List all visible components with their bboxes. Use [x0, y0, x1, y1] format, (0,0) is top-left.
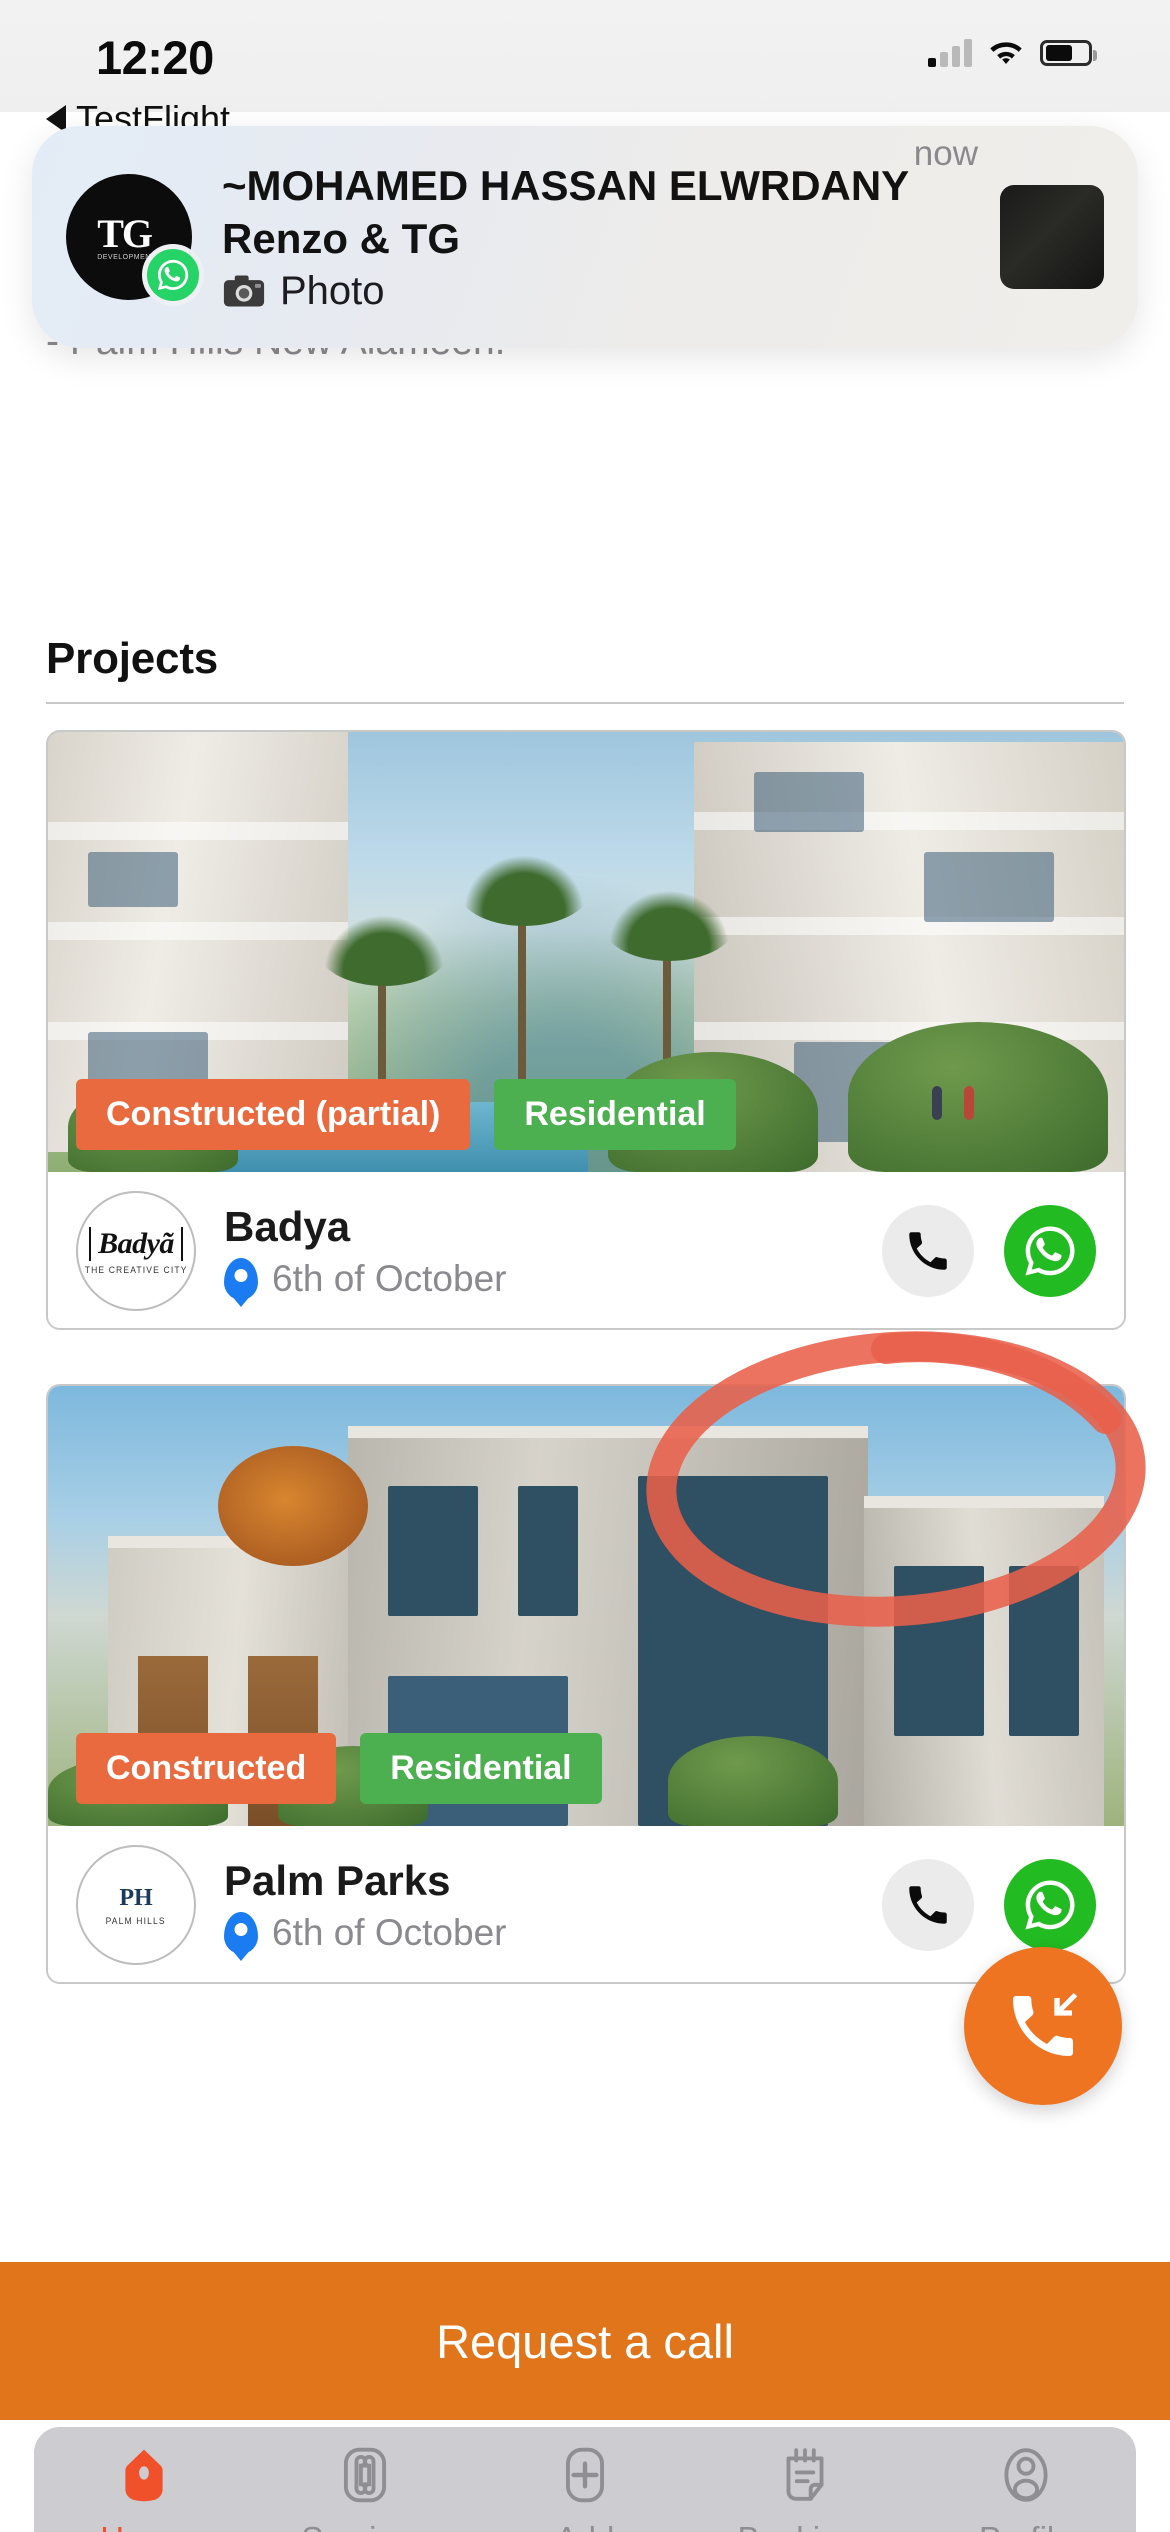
- tab-label: Add: [556, 2520, 615, 2532]
- brand-tagline-text: PALM HILLS: [105, 1916, 167, 1926]
- call-button[interactable]: [882, 1859, 974, 1951]
- person: [932, 1086, 942, 1120]
- status-time: 12:20: [96, 31, 214, 84]
- app-screen: - Hacienda Bay North Coast. - Hacienda W…: [0, 112, 1170, 2532]
- project-location: 6th of October: [224, 1912, 882, 1954]
- whatsapp-glyph-icon: [157, 259, 189, 291]
- tab-add[interactable]: Add: [475, 2427, 695, 2532]
- tab-bookings[interactable]: Bookings: [695, 2427, 915, 2532]
- type-badge: Residential: [494, 1079, 736, 1150]
- whatsapp-badge-icon: [142, 244, 204, 306]
- notification-message: Photo: [280, 268, 385, 313]
- project-actions: [882, 1205, 1096, 1297]
- request-call-button[interactable]: Request a call: [0, 2262, 1170, 2420]
- notification-message-row: Photo: [222, 269, 894, 314]
- notification-body: ~MOHAMED HASSAN ELWRDANY Renzo & TG Phot…: [222, 161, 910, 314]
- avatar-initials: TG: [97, 210, 153, 256]
- villa-right: [864, 1496, 1104, 1826]
- battery-icon: [1040, 40, 1097, 66]
- tab-profile[interactable]: Profile: [916, 2427, 1136, 2532]
- phone-icon: [909, 1232, 947, 1270]
- tab-home[interactable]: Home: [34, 2427, 254, 2532]
- status-bar: 12:20: [0, 0, 1170, 112]
- brand-tagline-text: THE CREATIVE CITY: [84, 1265, 188, 1275]
- section-divider: [46, 702, 1124, 704]
- notification-thumbnail: [1000, 185, 1104, 289]
- project-photo: Constructed (partial) Residential: [48, 732, 1124, 1172]
- projects-section-header: Projects: [46, 634, 1124, 704]
- project-brand-logo: PH PALM HILLS: [76, 1845, 196, 1965]
- notification-subtitle: Renzo & TG: [222, 214, 460, 262]
- project-actions: [882, 1859, 1096, 1951]
- map-pin-icon: [224, 1912, 258, 1954]
- whatsapp-icon: [1025, 1880, 1075, 1930]
- map-pin-icon: [224, 1258, 258, 1300]
- project-photo: Constructed Residential: [48, 1386, 1124, 1826]
- status-indicators: [928, 38, 1097, 68]
- whatsapp-button[interactable]: [1004, 1859, 1096, 1951]
- shrub: [668, 1736, 838, 1826]
- tab-label: Bookings: [738, 2520, 874, 2532]
- project-name: Badya: [224, 1203, 351, 1250]
- project-info-row: Badyã THE CREATIVE CITY Badya 6th of Oct…: [48, 1172, 1124, 1328]
- type-badge: Residential: [360, 1733, 602, 1804]
- notification-banner[interactable]: TG DEVELOPMENTS ~MOHAMED HASSAN ELWRDANY…: [32, 126, 1138, 348]
- phone-icon: [909, 1886, 947, 1924]
- notification-time: now: [913, 134, 978, 173]
- project-info-row: PH PALM HILLS Palm Parks 6th of October: [48, 1826, 1124, 1982]
- brand-mark-text: Badyã: [89, 1227, 183, 1261]
- tab-label: Services: [301, 2520, 428, 2532]
- project-location-label: 6th of October: [272, 1912, 507, 1953]
- call-button[interactable]: [882, 1205, 974, 1297]
- person-icon: [1004, 2448, 1048, 2502]
- project-location-label: 6th of October: [272, 1258, 507, 1299]
- status-badge: Constructed: [76, 1733, 337, 1804]
- bottom-tab-bar: Home Services Add Bookings: [34, 2427, 1136, 2532]
- whatsapp-button[interactable]: [1004, 1205, 1096, 1297]
- tab-services[interactable]: Services: [254, 2427, 474, 2532]
- grid-icon: [343, 2447, 386, 2503]
- request-call-fab[interactable]: [964, 1947, 1122, 2105]
- request-call-label: Request a call: [436, 2314, 734, 2368]
- project-text: Palm Parks 6th of October: [224, 1856, 882, 1954]
- tab-label: Profile: [979, 2520, 1073, 2532]
- project-brand-logo: Badyã THE CREATIVE CITY: [76, 1191, 196, 1311]
- status-badge: Constructed (partial): [76, 1079, 471, 1150]
- badge-row: Constructed Residential: [76, 1733, 602, 1804]
- project-card-badya[interactable]: Constructed (partial) Residential Badyã …: [46, 730, 1126, 1330]
- tab-label: Home: [100, 2520, 188, 2532]
- notification-avatar-wrap: TG DEVELOPMENTS: [66, 174, 204, 306]
- whatsapp-icon: [1025, 1226, 1075, 1276]
- plus-icon: [566, 2447, 605, 2503]
- phone-incoming-icon: [1013, 1993, 1078, 2056]
- page-title: Projects: [46, 634, 219, 683]
- shrub: [848, 1022, 1108, 1172]
- project-card-palm-parks[interactable]: Constructed Residential PH PALM HILLS Pa…: [46, 1384, 1126, 1984]
- cellular-signal-icon: [928, 39, 972, 67]
- brand-mark-text: PH: [119, 1885, 153, 1911]
- autumn-tree: [218, 1446, 368, 1566]
- notification-title: ~MOHAMED HASSAN ELWRDANY: [222, 161, 910, 209]
- home-icon: [125, 2449, 163, 2502]
- person: [964, 1086, 974, 1120]
- badge-row: Constructed (partial) Residential: [76, 1079, 736, 1150]
- document-icon: [786, 2448, 824, 2501]
- project-name: Palm Parks: [224, 1857, 451, 1904]
- project-text: Badya 6th of October: [224, 1202, 882, 1300]
- project-location: 6th of October: [224, 1258, 882, 1300]
- wifi-icon: [990, 42, 1022, 64]
- camera-icon: [223, 275, 265, 307]
